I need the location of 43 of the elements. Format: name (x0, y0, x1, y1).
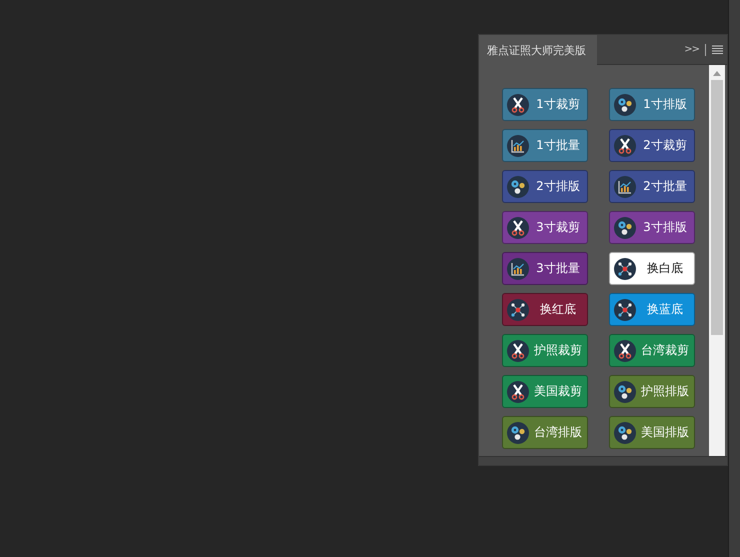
scissors-icon (507, 94, 529, 116)
tool-button[interactable]: 换白底 (609, 252, 695, 285)
panel-tab[interactable]: 雅点证照大师完美版 (479, 35, 597, 65)
scissors-icon (507, 380, 529, 402)
gears-icon (614, 216, 636, 238)
scroll-up-icon[interactable] (713, 71, 721, 76)
tool-button[interactable]: 护照排版 (609, 375, 695, 408)
chart-icon (507, 134, 529, 156)
tool-button[interactable]: 3寸排版 (609, 211, 695, 244)
menu-icon[interactable] (712, 45, 723, 54)
tool-button[interactable]: 1寸批量 (502, 129, 588, 162)
scrollbar[interactable] (709, 65, 725, 456)
tool-button[interactable]: 1寸排版 (609, 88, 695, 121)
tool-button[interactable]: 3寸批量 (502, 252, 588, 285)
molecule-icon (507, 298, 529, 320)
scissors-icon (507, 340, 529, 362)
gears-icon (507, 422, 529, 444)
expand-glyph[interactable]: >> (684, 44, 699, 55)
tool-button[interactable]: 3寸裁剪 (502, 211, 588, 244)
chart-icon (614, 176, 636, 198)
tool-button[interactable]: 护照裁剪 (502, 334, 588, 367)
scissors-icon (614, 134, 636, 156)
tool-button[interactable]: 台湾裁剪 (609, 334, 695, 367)
scissors-icon (507, 216, 529, 238)
tool-button[interactable]: 换蓝底 (609, 293, 695, 326)
molecule-icon (614, 258, 636, 280)
scroll-thumb[interactable] (711, 80, 723, 335)
tool-button[interactable]: 2寸排版 (502, 170, 588, 203)
tool-button[interactable]: 美国排版 (609, 416, 695, 449)
tool-button[interactable]: 2寸裁剪 (609, 129, 695, 162)
tool-button[interactable]: 换红底 (502, 293, 588, 326)
gears-icon (614, 422, 636, 444)
molecule-icon (614, 298, 636, 320)
scissors-icon (614, 340, 636, 362)
gears-icon (507, 176, 529, 198)
chart-icon (507, 258, 529, 280)
resize-grip[interactable] (479, 456, 727, 465)
gears-icon (614, 380, 636, 402)
tool-button[interactable]: 美国裁剪 (502, 375, 588, 408)
tool-button[interactable]: 1寸裁剪 (502, 88, 588, 121)
tool-button[interactable]: 2寸批量 (609, 170, 695, 203)
tool-button[interactable]: 台湾排版 (502, 416, 588, 449)
gears-icon (614, 94, 636, 116)
